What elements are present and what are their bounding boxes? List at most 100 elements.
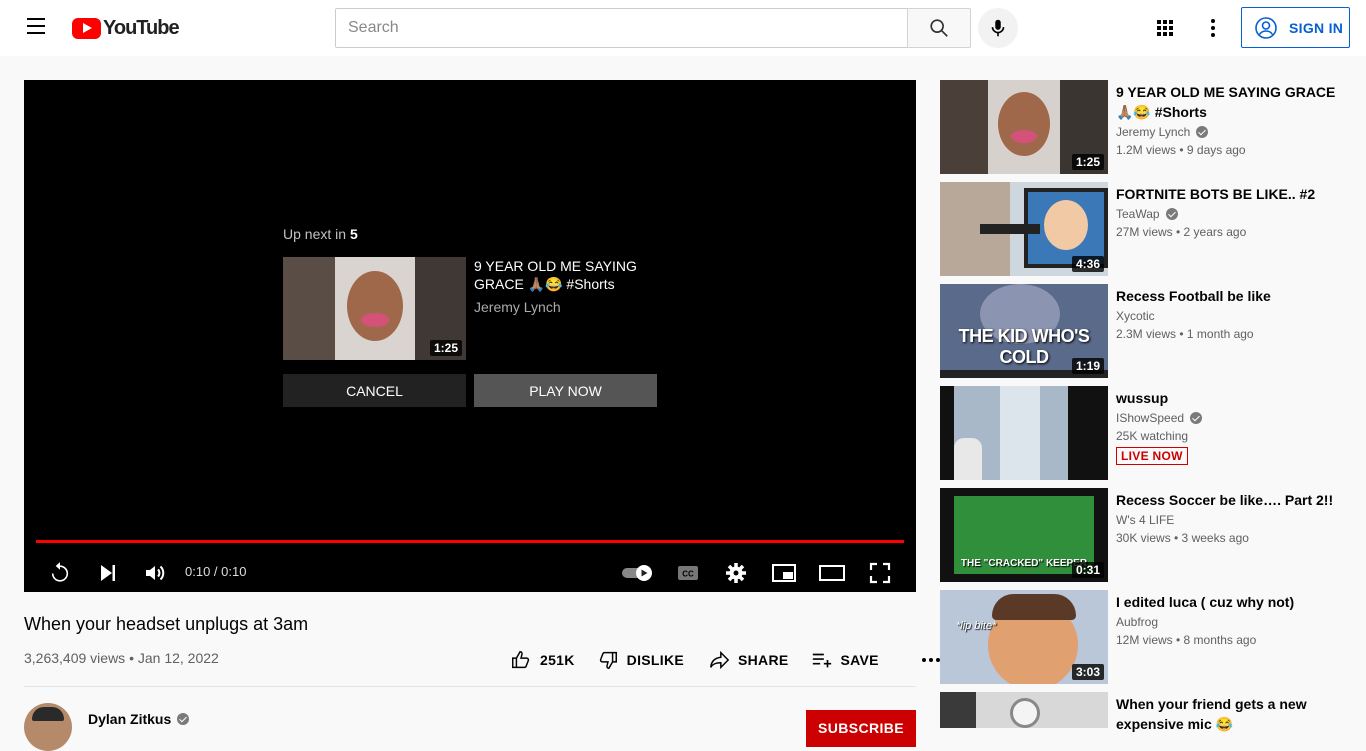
video-player[interactable]: Up next in 5 1:25 9 YEAR OLD ME SAYING G… [24,80,916,592]
recommendation-channel: W's 4 LIFE [1116,513,1174,527]
recommendation-thumbnail[interactable]: THE KID WHO'S COLD 1:19 [940,284,1108,378]
gear-icon [726,563,746,583]
recommendation-item[interactable]: wussup IShowSpeed 25K watching LIVE NOW [940,386,1350,480]
closed-captions-icon: CC [678,566,698,580]
play-now-button[interactable]: PLAY NOW [474,374,657,407]
thumb-mouth [361,313,389,327]
verified-icon [1165,208,1178,220]
search-box [335,8,908,48]
apps-grid-icon[interactable] [1153,16,1177,40]
thumb-face [347,271,403,341]
time-display: 0:10 / 0:10 [185,564,247,579]
recommendation-thumbnail[interactable]: 1:25 [940,80,1108,174]
recommendation-title[interactable]: FORTNITE BOTS BE LIKE.. #2 [1116,184,1336,204]
up-next-channel: Jeremy Lynch [474,299,561,315]
top-header: YouTube SIGN IN [0,0,1366,56]
up-next-thumbnail[interactable]: 1:25 [283,257,466,360]
video-meta: 3,263,409 views • Jan 12, 2022 [24,650,219,666]
recommendation-thumbnail[interactable] [940,386,1108,480]
thumbs-up-icon [512,651,530,669]
miniplayer-button[interactable] [766,555,802,591]
recommendation-stats: 30K views • 3 weeks ago [1116,531,1249,545]
voice-search-button[interactable] [978,8,1018,48]
recommendation-thumbnail[interactable]: THE "CRACKED" KEEPER 0:31 [940,488,1108,582]
recommendation-duration: 4:36 [1071,256,1104,272]
settings-button[interactable] [718,555,754,591]
subscribe-button[interactable]: SUBSCRIBE [806,710,916,747]
recommendation-duration: 3:03 [1071,664,1104,680]
recommendation-channel: Jeremy Lynch [1116,125,1209,139]
recommendation-item[interactable]: THE KID WHO'S COLD 1:19 Recess Football … [940,284,1350,378]
thumb-left-panel [283,257,335,360]
thumb-face [998,92,1050,156]
more-vertical-icon[interactable] [1201,16,1225,40]
share-button[interactable]: SHARE [708,649,789,671]
next-button[interactable] [90,555,126,591]
youtube-logo[interactable]: YouTube [72,17,180,40]
video-actions: 251K DISLIKE SHARE SAVE [510,646,951,674]
recommendation-title[interactable]: Recess Soccer be like…. Part 2!! [1116,490,1336,510]
up-next-card[interactable]: 1:25 9 YEAR OLD ME SAYING GRACE 🙏🏽😂 #Sho… [283,257,657,361]
recommendation-title[interactable]: wussup [1116,388,1336,408]
up-next-title[interactable]: 9 YEAR OLD ME SAYING GRACE 🙏🏽😂 #Shorts [474,257,654,293]
avatar-hair [32,707,64,721]
menu-icon[interactable] [24,18,48,38]
recommendation-channel: IShowSpeed [1116,411,1203,425]
channel-name[interactable]: Dylan Zitkus [88,711,190,727]
progress-bar[interactable] [36,540,904,543]
up-next-overlay: Up next in 5 1:25 9 YEAR OLD ME SAYING G… [283,226,663,407]
captions-button[interactable]: CC [670,555,706,591]
sign-in-button[interactable]: SIGN IN [1241,7,1350,48]
up-next-label: Up next in 5 [283,226,663,242]
thumb-chat-panel [940,386,954,480]
like-button[interactable]: 251K [510,649,575,671]
recommendation-channel: TeaWap [1116,207,1178,221]
recommendation-channel-text: TeaWap [1116,207,1160,221]
recommendation-title[interactable]: I edited luca ( cuz why not) [1116,592,1336,612]
recommendation-title[interactable]: Recess Football be like [1116,286,1336,306]
recommendation-item[interactable]: 1:25 9 YEAR OLD ME SAYING GRACE 🙏🏽😂 #Sho… [940,80,1350,174]
volume-icon [146,565,165,581]
search-button[interactable] [907,8,971,48]
up-next-prefix: Up next in [283,226,347,242]
recommendation-item[interactable]: When your friend gets a new expensive mi… [940,692,1350,732]
recommendation-thumbnail[interactable] [940,692,1108,728]
search-input[interactable] [336,9,908,47]
recommendation-title[interactable]: 9 YEAR OLD ME SAYING GRACE 🙏🏽😂 #Shorts [1116,82,1336,122]
mute-button[interactable] [137,555,173,591]
thumb-left-panel [940,80,988,174]
dislike-button[interactable]: DISLIKE [597,649,684,671]
video-title: When your headset unplugs at 3am [24,614,309,634]
thumbs-down-icon [599,651,617,669]
recommendation-thumbnail[interactable]: 4:36 [940,182,1108,276]
svg-text:CC: CC [682,570,694,579]
recommendation-stats: 25K watching [1116,429,1189,443]
verified-icon [1190,412,1203,424]
autoplay-toggle[interactable] [618,555,658,591]
thumb-person [954,438,982,480]
player-controls: 0:10 / 0:10 CC [24,550,916,592]
fullscreen-button[interactable] [862,555,898,591]
sign-in-label: SIGN IN [1289,19,1344,36]
recommendation-thumbnail[interactable]: *lip bite* 3:03 [940,590,1108,684]
recommendation-item[interactable]: THE "CRACKED" KEEPER 0:31 Recess Soccer … [940,488,1350,582]
channel-avatar[interactable] [24,703,72,751]
recommendation-duration: 0:31 [1071,562,1104,578]
replay-button[interactable] [42,555,78,591]
recommendation-channel-text: IShowSpeed [1116,411,1185,425]
autoplay-toggle-icon [622,565,652,581]
recommendation-item[interactable]: 4:36 FORTNITE BOTS BE LIKE.. #2 TeaWap 2… [940,182,1350,276]
account-icon [1255,16,1277,39]
cancel-autoplay-button[interactable]: CANCEL [283,374,466,407]
recommendation-channel-text: Aubfrog [1116,615,1159,629]
up-next-duration: 1:25 [429,340,462,356]
save-button[interactable]: SAVE [811,649,879,671]
recommendation-channel-text: Jeremy Lynch [1116,125,1191,139]
thumb-left-panel [940,692,976,728]
thumb-side-panel [1068,386,1108,480]
verified-icon [177,713,190,725]
recommendation-item[interactable]: *lip bite* 3:03 I edited luca ( cuz why … [940,590,1350,684]
theater-mode-button[interactable] [814,555,850,591]
recommendation-title[interactable]: When your friend gets a new expensive mi… [1116,694,1336,734]
recommendation-stats: 1.2M views • 9 days ago [1116,143,1246,157]
